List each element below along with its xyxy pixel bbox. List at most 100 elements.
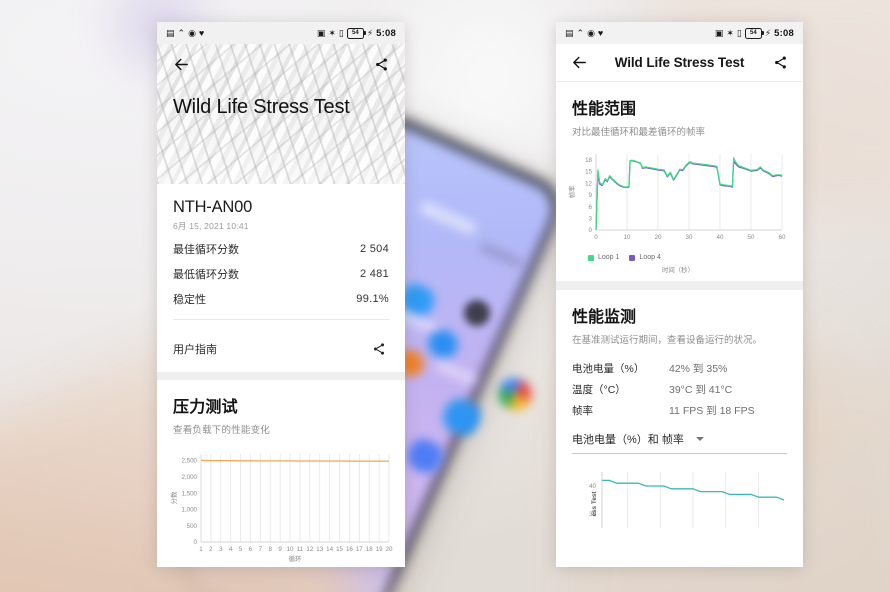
performance-range-subtitle: 对比最佳循环和最差循环的帧率 — [572, 127, 706, 138]
svg-text:15: 15 — [336, 546, 343, 553]
legend-label: Loop 1 — [598, 254, 620, 261]
stress-test-title: 压力测试 — [173, 399, 238, 416]
user-guide-label: 用户指南 — [173, 344, 217, 356]
svg-text:6: 6 — [249, 546, 253, 553]
battery-fps-chart: 30 40 ess Test — [556, 456, 803, 532]
photo-camera-hole — [464, 300, 490, 326]
svg-text:4: 4 — [229, 546, 233, 553]
svg-text:1,000: 1,000 — [182, 507, 198, 514]
metric-value: 2 481 — [359, 268, 389, 280]
svg-text:1,500: 1,500 — [182, 490, 198, 497]
svg-text:13: 13 — [316, 546, 323, 553]
hero-toolbar — [157, 44, 405, 84]
charging-icon: ⚡ — [366, 27, 374, 38]
monitor-label: 温度（°C） — [572, 384, 626, 396]
legend-item-loop1: Loop 1 — [588, 254, 619, 261]
svg-text:9: 9 — [278, 546, 282, 553]
monitor-value: 11 FPS 到 18 FPS — [669, 405, 755, 417]
share-icon[interactable] — [369, 339, 389, 359]
result-timestamp: 6月 15, 2021 10:41 — [173, 221, 249, 231]
svg-text:1: 1 — [199, 546, 203, 553]
svg-text:2,500: 2,500 — [182, 458, 198, 465]
status-left-icons: ▤ ⌃ ◉ ♥ — [166, 28, 204, 38]
svg-text:3: 3 — [589, 216, 593, 223]
metric-row: 最低循环分数 2 481 — [173, 257, 389, 282]
svg-text:8: 8 — [269, 546, 273, 553]
metric-label: 最佳循环分数 — [173, 244, 239, 256]
device-name: NTH-AN00 — [173, 198, 253, 216]
svg-text:18: 18 — [366, 546, 373, 553]
stress-test-section: 压力测试 查看负载下的性能变化 — [157, 380, 405, 440]
metric-row: 稳定性 99.1% — [173, 282, 389, 307]
monitor-value: 39°C 到 41°C — [669, 384, 733, 396]
legend-swatch — [629, 254, 636, 261]
svg-text:10: 10 — [624, 234, 631, 241]
status-clock: 5:08 — [376, 27, 396, 39]
user-guide-row[interactable]: 用户指南 — [157, 328, 405, 372]
share-icon[interactable] — [770, 53, 790, 73]
svg-text:12: 12 — [306, 546, 313, 553]
monitor-row: 温度（°C） 39°C 到 41°C — [572, 376, 787, 397]
performance-range-chart: 0 3 6 9 12 15 18 0 10 20 30 40 50 60 帧率 Loop 1 Loop 4 … — [556, 140, 803, 281]
left-status-bar: ▤ ⌃ ◉ ♥ ▣ ✶ ▯ 54 ⚡ 5:08 — [157, 22, 405, 44]
section-separator — [157, 372, 405, 380]
svg-text:60: 60 — [779, 234, 786, 241]
svg-text:0: 0 — [594, 234, 598, 241]
svg-text:分数: 分数 — [169, 491, 178, 504]
svg-text:2,000: 2,000 — [182, 474, 198, 481]
nfc-icon: ▣ — [316, 27, 326, 38]
wifi-icon: ⌃ — [576, 27, 585, 38]
hero-banner: Wild Life Stress Test — [157, 44, 405, 184]
status-clock: 5:08 — [774, 27, 794, 39]
stress-test-subtitle: 查看负载下的性能变化 — [173, 425, 271, 436]
metric-value: 99.1% — [356, 293, 389, 305]
performance-range-title: 性能范围 — [572, 101, 637, 118]
svg-text:17: 17 — [356, 546, 363, 553]
svg-text:10: 10 — [287, 546, 294, 553]
status-right-icons: ▣ ✶ ▯ 54 ⚡ 5:08 — [316, 27, 396, 39]
monitor-row: 帧率 11 FPS 到 18 FPS — [572, 397, 787, 418]
battery-icon: 54 — [346, 27, 366, 39]
battery-icon: 54 — [744, 27, 764, 39]
back-arrow-icon[interactable] — [171, 54, 191, 74]
monitor-label: 电池电量（%） — [572, 363, 645, 375]
right-phone-screenshot: ▤ ⌃ ◉ ♥ ▣ ✶ ▯ 54 ⚡ 5:08 Wild Life Stress… — [556, 22, 803, 567]
svg-text:20: 20 — [386, 546, 393, 553]
svg-text:2: 2 — [209, 546, 213, 553]
svg-text:50: 50 — [748, 234, 755, 241]
svg-text:18: 18 — [585, 157, 592, 164]
result-card: NTH-AN00 6月 15, 2021 10:41 最佳循环分数 2 504 … — [157, 184, 405, 372]
nfc-icon: ▣ — [714, 27, 724, 38]
metric-select[interactable]: 电池电量（%）和 帧率 — [572, 431, 787, 454]
share-icon[interactable] — [371, 54, 391, 74]
performance-monitor-section: 性能监测 在基准测试运行期间，查看设备运行的状况。 电池电量（%） 42% 到 … — [556, 290, 803, 456]
monitor-value: 42% 到 35% — [669, 363, 728, 375]
svg-text:15: 15 — [585, 169, 592, 176]
legend-item-loop4: Loop 4 — [629, 254, 661, 261]
svg-text:500: 500 — [187, 523, 198, 530]
svg-text:16: 16 — [346, 546, 353, 553]
svg-text:帧率: 帧率 — [567, 185, 576, 198]
performance-monitor-title: 性能监测 — [572, 309, 637, 326]
bluetooth-icon: ✶ — [726, 27, 734, 38]
svg-text:0: 0 — [194, 539, 198, 546]
page-title: Wild Life Stress Test — [173, 96, 350, 118]
svg-text:12: 12 — [585, 180, 592, 187]
stress-test-chart: 0 500 1,000 1,500 2,000 2,500 1 2 3 4 5 6 7 8 9 10 11 12 1… — [157, 440, 405, 567]
back-arrow-icon[interactable] — [569, 53, 589, 73]
chart-legend: Loop 1 Loop 4 — [566, 252, 793, 261]
svg-text:14: 14 — [326, 546, 333, 553]
charging-icon: ⚡ — [764, 27, 772, 38]
status-right-icons: ▣ ✶ ▯ 54 ⚡ 5:08 — [714, 27, 794, 39]
svg-text:9: 9 — [589, 192, 593, 199]
svg-text:7: 7 — [259, 546, 263, 553]
svg-text:时间（秒）: 时间（秒） — [662, 265, 694, 274]
svg-text:40: 40 — [717, 234, 724, 241]
svg-text:19: 19 — [376, 546, 383, 553]
chevron-down-icon[interactable] — [695, 437, 704, 441]
svg-text:5: 5 — [239, 546, 243, 553]
metric-row: 最佳循环分数 2 504 — [173, 232, 389, 257]
performance-range-section: 性能范围 对比最佳循环和最差循环的帧率 — [556, 82, 803, 140]
vibrate-icon: ▯ — [736, 27, 742, 38]
svg-text:40: 40 — [589, 483, 596, 490]
